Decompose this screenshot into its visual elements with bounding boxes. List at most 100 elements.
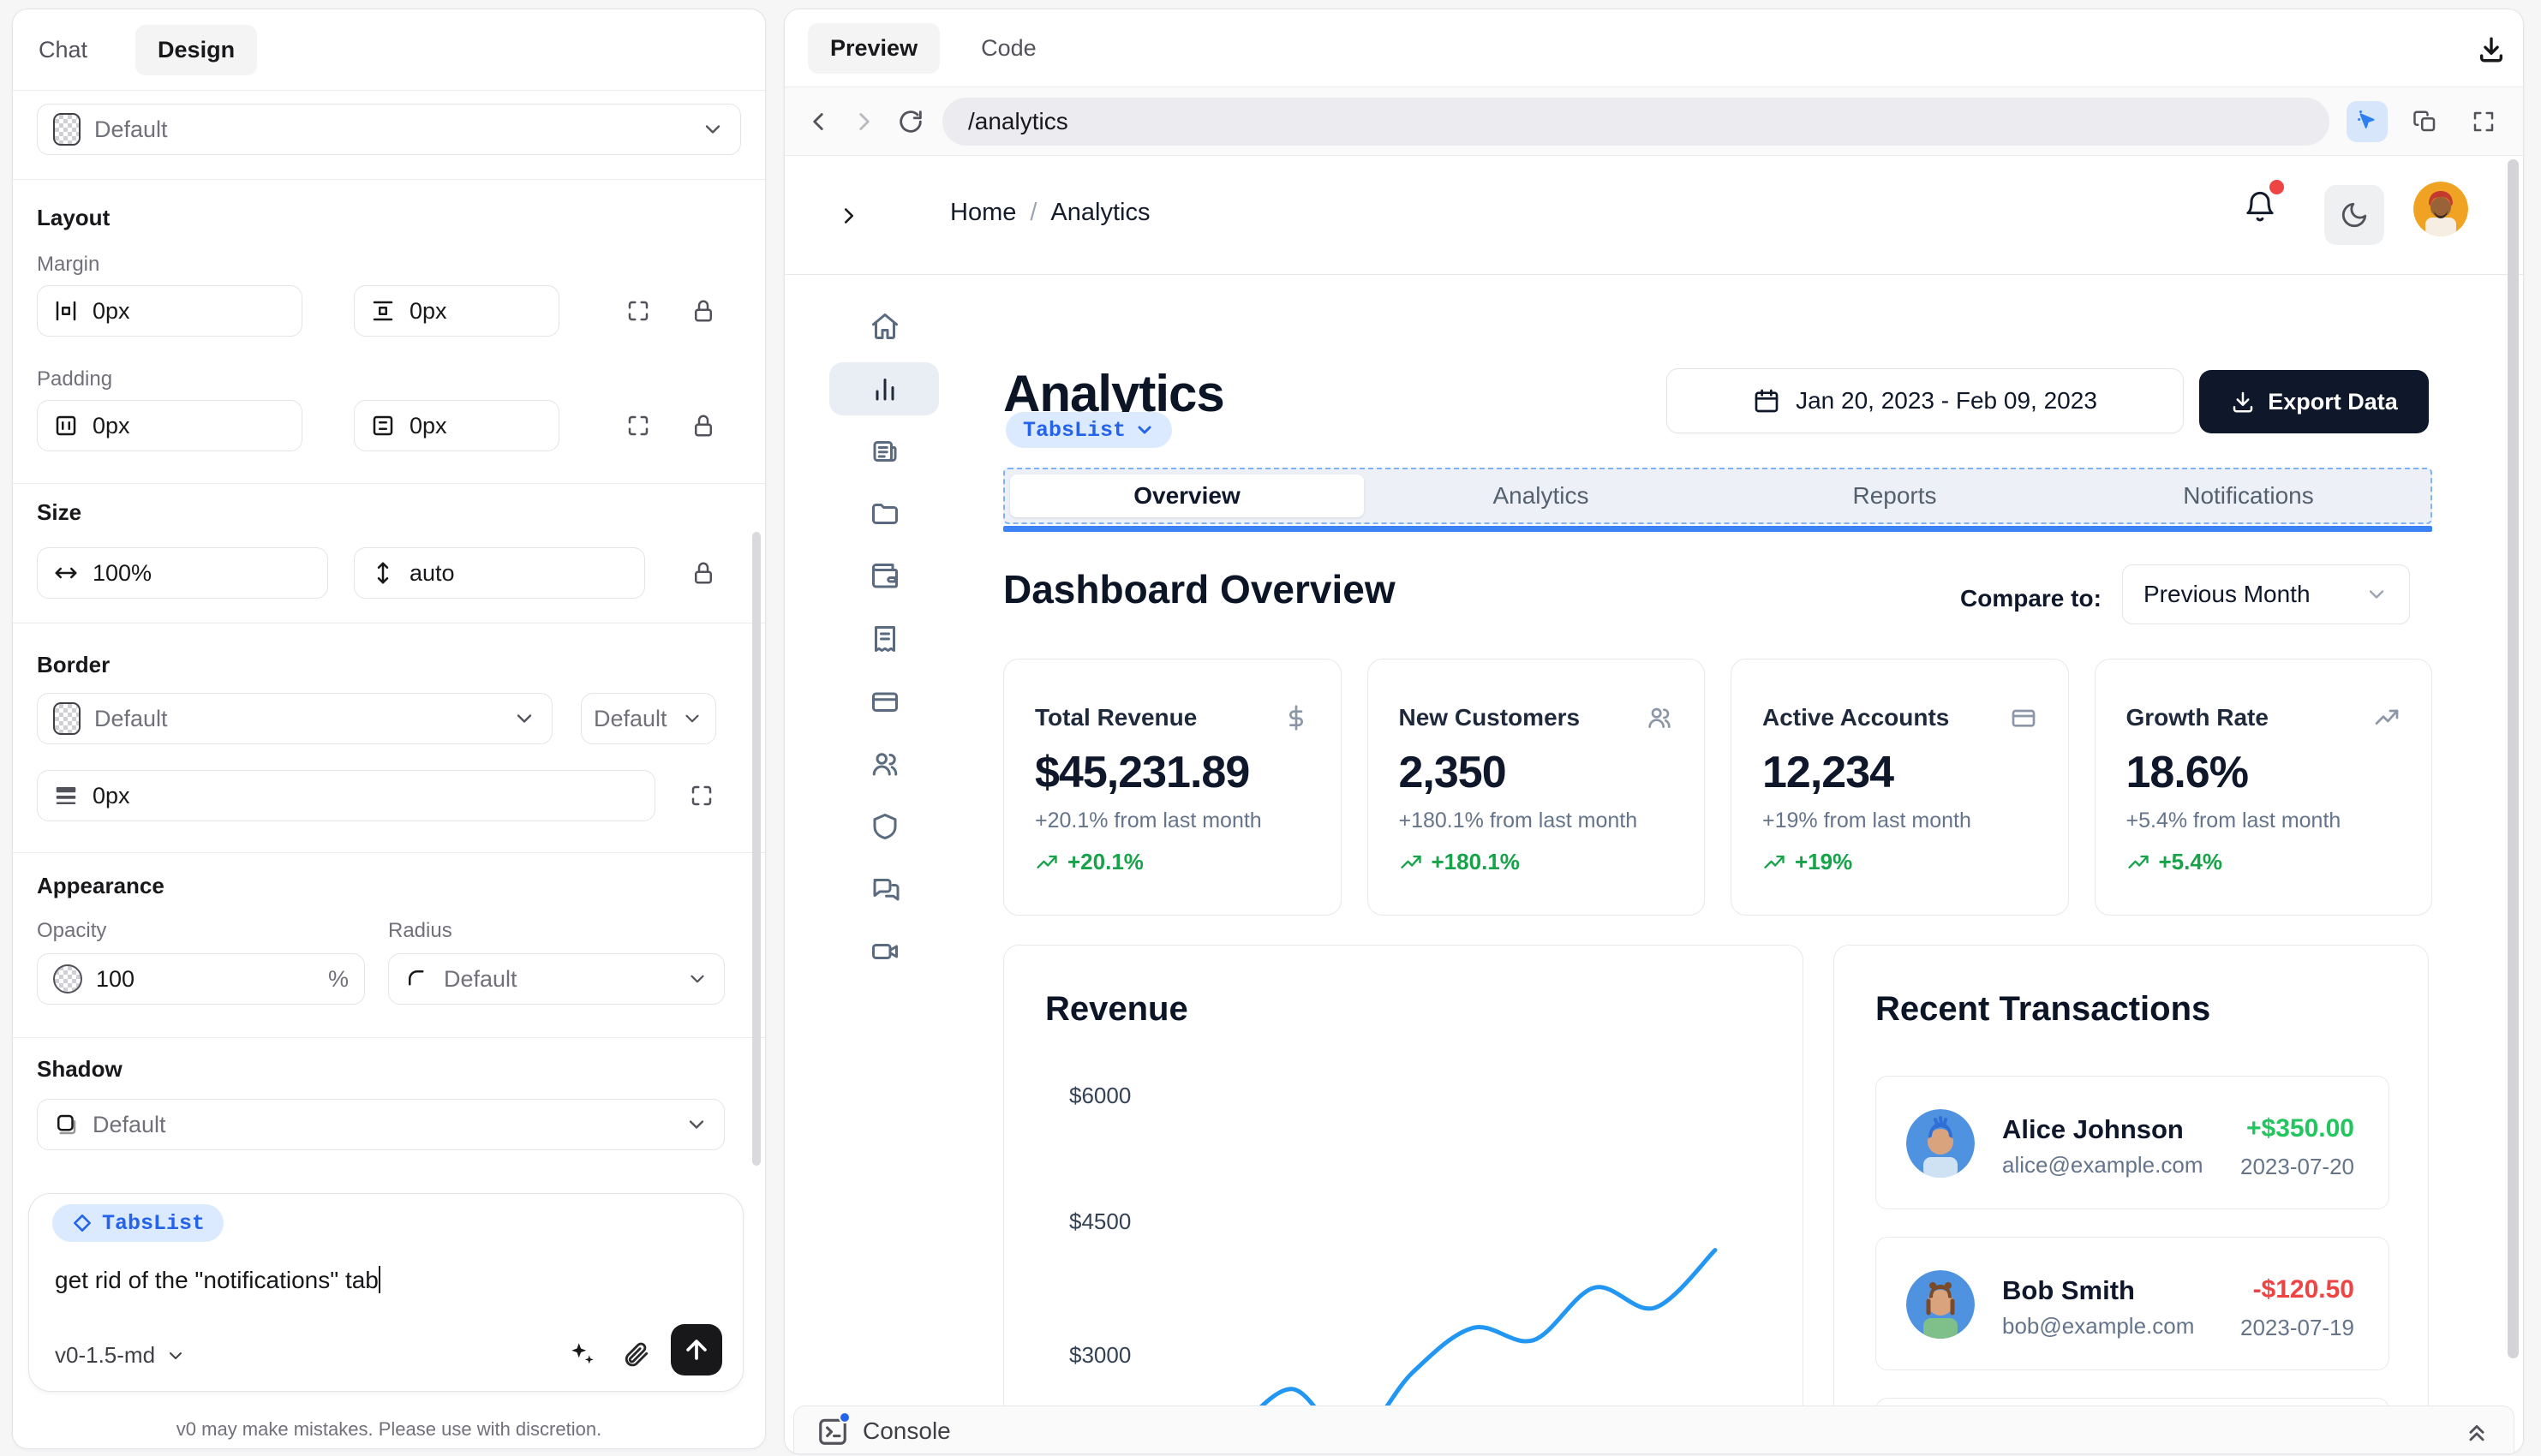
dark-mode-toggle[interactable] (2324, 185, 2384, 245)
user-avatar[interactable] (2413, 182, 2468, 236)
receipt-icon[interactable] (870, 624, 900, 654)
fullscreen-button[interactable] (2463, 101, 2504, 142)
attach-file-button[interactable] (621, 1340, 650, 1369)
folder-icon[interactable] (870, 498, 900, 529)
stat-delta-value: +180.1% (1432, 849, 1520, 875)
padding-vertical-icon (370, 413, 396, 439)
transaction-row[interactable]: Alice Johnson alice@example.com +$350.00… (1875, 1076, 2389, 1209)
export-data-button[interactable]: Export Data (2199, 370, 2429, 433)
stat-delta-value: +19% (1795, 849, 1852, 875)
margin-x-input[interactable]: 0px (37, 285, 302, 337)
border-expand-button[interactable] (686, 780, 717, 811)
home-icon[interactable] (870, 311, 900, 342)
stat-delta-value: +5.4% (2159, 849, 2222, 875)
width-input[interactable]: 100% (37, 547, 328, 599)
margin-label: Margin (37, 253, 99, 277)
border-color-select[interactable]: Default (37, 693, 553, 744)
download-icon (2477, 35, 2506, 64)
trending-up-icon (1035, 850, 1059, 874)
margin-y-input[interactable]: 0px (354, 285, 559, 337)
opacity-icon (53, 964, 82, 994)
copy-icon (2412, 109, 2438, 134)
bar-chart-icon[interactable] (870, 373, 900, 404)
padding-expand-button[interactable] (623, 410, 654, 441)
transaction-amount: -$120.50 (2253, 1275, 2354, 1304)
prompt-input[interactable]: get rid of the "notifications" tab (55, 1266, 380, 1294)
margin-vertical-icon (370, 298, 396, 324)
compare-select[interactable]: Previous Month (2122, 564, 2410, 624)
refresh-icon[interactable] (896, 107, 925, 136)
selected-component-chip[interactable]: TabsList (52, 1204, 224, 1242)
tab-design[interactable]: Design (135, 25, 257, 75)
send-button[interactable] (671, 1324, 722, 1375)
avatar-image (2413, 182, 2468, 236)
prompt-composer[interactable]: TabsList get rid of the "notifications" … (28, 1193, 744, 1392)
tab-preview[interactable]: Preview (808, 23, 940, 74)
wallet-icon[interactable] (870, 561, 900, 592)
prompt-text: get rid of the "notifications" tab (55, 1267, 379, 1293)
opacity-unit: % (328, 966, 349, 993)
date-range-picker[interactable]: Jan 20, 2023 - Feb 09, 2023 (1666, 368, 2184, 433)
border-style-select[interactable]: Default (581, 693, 716, 744)
tab-reports[interactable]: Reports (1718, 474, 2072, 517)
download-button[interactable] (2477, 35, 2506, 64)
padding-lock-button[interactable] (688, 410, 719, 441)
style-preset-select[interactable]: Default (37, 104, 741, 155)
app-header: Home / Analytics (785, 156, 2523, 275)
tab-code[interactable]: Code (981, 35, 1037, 62)
chevrons-up-icon[interactable] (2462, 1417, 2491, 1446)
video-icon[interactable] (870, 936, 900, 967)
height-input[interactable]: auto (354, 547, 645, 599)
preview-tab-bar: Preview Code (785, 9, 2523, 87)
model-selector[interactable]: v0-1.5-md (55, 1342, 186, 1369)
tab-notifications[interactable]: Notifications (2072, 474, 2425, 517)
opacity-label: Opacity (37, 919, 106, 943)
messages-icon[interactable] (870, 874, 900, 904)
stat-change: +19% from last month (1762, 809, 2037, 833)
border-width-icon (53, 783, 79, 809)
export-label: Export Data (2268, 389, 2398, 415)
back-icon[interactable] (804, 107, 833, 136)
users-icon[interactable] (870, 749, 900, 779)
forward-icon[interactable] (850, 107, 879, 136)
opacity-input[interactable]: 100 % (37, 953, 365, 1005)
border-color-value: Default (94, 706, 168, 732)
shield-icon[interactable] (870, 811, 900, 842)
left-panel-scrollbar[interactable] (752, 532, 761, 1166)
sidebar-toggle-chevron-icon[interactable] (836, 203, 862, 229)
bell-icon (2243, 188, 2277, 226)
padding-x-input[interactable]: 0px (37, 400, 302, 451)
border-width-input[interactable]: 0px (37, 770, 655, 821)
padding-x-value: 0px (93, 413, 130, 439)
shadow-select[interactable]: Default (37, 1099, 725, 1150)
fullscreen-icon (2471, 109, 2496, 134)
margin-lock-button[interactable] (688, 295, 719, 326)
console-notification-dot (839, 1411, 851, 1423)
radius-select[interactable]: Default (388, 953, 725, 1005)
inspect-mode-button[interactable] (2347, 101, 2388, 142)
stat-card-new-customers: New Customers 2,350 +180.1% from last mo… (1367, 659, 1706, 916)
model-name: v0-1.5-md (55, 1342, 155, 1369)
tabs-list: Overview Analytics Reports Notifications (1003, 468, 2432, 524)
console-bar[interactable]: Console (793, 1405, 2514, 1454)
chevron-down-icon (512, 707, 536, 731)
divider (13, 1037, 765, 1038)
tab-chat[interactable]: Chat (39, 37, 87, 63)
tab-overview[interactable]: Overview (1010, 474, 1364, 517)
tab-analytics[interactable]: Analytics (1364, 474, 1718, 517)
credit-card-icon[interactable] (870, 686, 900, 717)
preview-scrollbar[interactable] (2508, 159, 2519, 1358)
url-input[interactable]: /analytics (942, 98, 2329, 146)
size-lock-button[interactable] (688, 558, 719, 588)
breadcrumb-home[interactable]: Home (950, 199, 1016, 227)
transaction-row[interactable]: Bob Smith bob@example.com -$120.50 2023-… (1875, 1237, 2389, 1370)
transaction-date: 2023-07-20 (2240, 1154, 2354, 1180)
padding-y-input[interactable]: 0px (354, 400, 559, 451)
margin-expand-button[interactable] (623, 295, 654, 326)
copy-button[interactable] (2405, 101, 2446, 142)
enhance-prompt-button[interactable] (568, 1340, 597, 1369)
selected-component-badge[interactable]: TabsList (1006, 412, 1172, 448)
notifications-button[interactable] (2243, 188, 2277, 226)
stat-value: 12,234 (1762, 747, 2037, 798)
news-icon[interactable] (870, 436, 900, 467)
